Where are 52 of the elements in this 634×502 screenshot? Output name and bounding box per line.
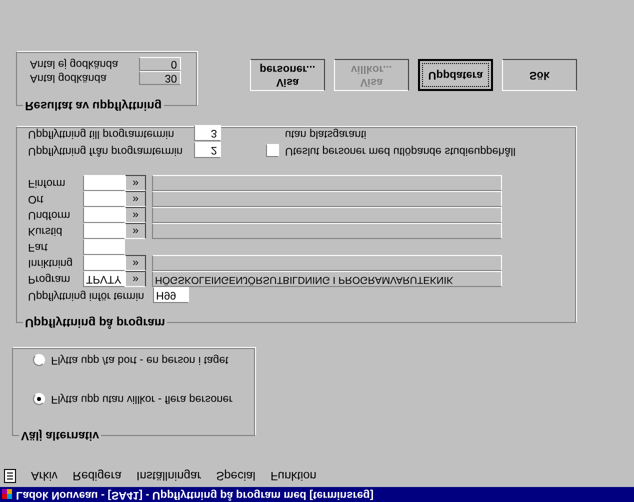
- number-input[interactable]: 3: [194, 126, 221, 142]
- code-input[interactable]: [83, 255, 125, 271]
- count-field: 30: [139, 71, 181, 85]
- lookup-button[interactable]: »: [125, 223, 146, 239]
- menu-item[interactable]: Arkiv: [31, 467, 58, 485]
- code-input[interactable]: TPVTY: [83, 271, 125, 287]
- field-label: Uppflyttning från programtermin: [28, 144, 184, 159]
- group-title: Resultat av uppflyttning: [24, 98, 163, 115]
- window-title: Ladok Nouveau - [SA41] - Uppflyttning på program med [terminsreg]: [16, 488, 374, 502]
- checkbox-label: Uteslut personer med utlöpande studieuppehåll: [285, 144, 516, 160]
- field-label: Uppflyttning inför termin: [28, 288, 146, 304]
- count-label: Antal godkända: [30, 71, 108, 86]
- menu-item[interactable]: Redigera: [72, 467, 122, 485]
- menu-item[interactable]: Inställningar: [136, 467, 202, 485]
- radio-label: Flytta upp /ta bort - en person i taget: [51, 354, 228, 368]
- code-input[interactable]: [83, 239, 125, 255]
- field-label: Uppflyttning till programtermin: [28, 126, 176, 142]
- checkbox-label: utan platsgaranti: [285, 127, 368, 142]
- app-icon: [2, 490, 12, 500]
- lookup-button[interactable]: »: [125, 191, 146, 207]
- code-input[interactable]: [83, 207, 125, 223]
- menu-item[interactable]: Funktion: [270, 467, 316, 485]
- description-field: HÖGSKOLEINGENJÖRSUTBILDNING I PROGRAMVARUTEKNIK: [152, 271, 502, 287]
- field-label: Undform: [28, 208, 72, 224]
- count-field: 0: [139, 57, 181, 71]
- code-input[interactable]: [83, 175, 125, 191]
- lookup-button[interactable]: »: [125, 271, 146, 287]
- lookup-button[interactable]: »: [125, 255, 146, 271]
- checkbox[interactable]: [266, 144, 279, 158]
- field-label: Kurstid: [28, 224, 64, 240]
- radio-button[interactable]: [33, 354, 45, 366]
- radio-label: Flytta upp utan villkor - flera personer: [51, 392, 233, 407]
- code-input[interactable]: [83, 223, 125, 239]
- lookup-button[interactable]: »: [125, 175, 146, 191]
- field-label: Finform: [28, 176, 66, 192]
- group-title: Välj alternativ: [20, 428, 100, 445]
- code-input[interactable]: [83, 191, 125, 207]
- document-icon[interactable]: [4, 469, 16, 483]
- action-button[interactable]: Sök: [502, 59, 577, 91]
- term-input[interactable]: H99: [153, 288, 189, 304]
- count-label: Antal ej godkända: [30, 57, 120, 72]
- radio-button[interactable]: [33, 392, 45, 405]
- menu-item[interactable]: Special: [216, 467, 256, 485]
- field-label: Fart: [28, 240, 49, 256]
- field-label: Program: [28, 272, 72, 288]
- number-input[interactable]: 2: [194, 142, 221, 158]
- action-button[interactable]: personer... Visa: [250, 59, 325, 91]
- lookup-button[interactable]: »: [125, 207, 146, 223]
- action-button[interactable]: Uppdatera: [418, 59, 493, 91]
- group-title: Uppflyttning på program: [24, 315, 166, 332]
- field-label: Inriktning: [28, 256, 74, 272]
- field-label: Ort: [28, 192, 44, 208]
